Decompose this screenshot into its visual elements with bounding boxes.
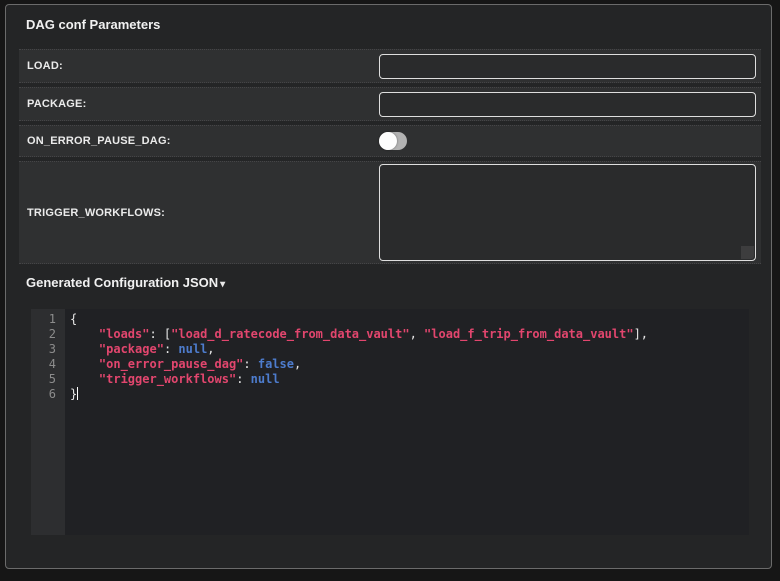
trigger-workflows-label: TRIGGER_WORKFLOWS: xyxy=(19,207,379,219)
form-row-load: LOAD: xyxy=(19,49,761,83)
code-line: "on_error_pause_dag": false, xyxy=(70,357,749,372)
load-label: LOAD: xyxy=(19,60,379,72)
line-number: 1 xyxy=(31,312,56,327)
line-number: 5 xyxy=(31,372,56,387)
dag-conf-panel: DAG conf Parameters LOAD: PACKAGE: ON_ER… xyxy=(5,4,772,569)
chevron-down-icon: ▾ xyxy=(220,279,225,290)
editor-gutter: 123456 xyxy=(31,309,65,535)
form-row-package: PACKAGE: xyxy=(19,87,761,121)
code-line: } xyxy=(70,387,749,402)
on-error-pause-dag-toggle[interactable] xyxy=(379,132,407,150)
line-number: 2 xyxy=(31,327,56,342)
textarea-resize-handle[interactable] xyxy=(741,246,754,259)
trigger-workflows-textarea[interactable] xyxy=(379,164,756,261)
package-label: PACKAGE: xyxy=(19,98,379,110)
on-error-pause-dag-control xyxy=(379,132,761,150)
code-line: "loads": ["load_d_ratecode_from_data_vau… xyxy=(70,327,749,342)
json-section-header[interactable]: Generated Configuration JSON▾ xyxy=(26,275,225,290)
form-row-on-error-pause-dag: ON_ERROR_PAUSE_DAG: xyxy=(19,125,761,157)
on-error-pause-dag-label: ON_ERROR_PAUSE_DAG: xyxy=(19,135,379,147)
package-input[interactable] xyxy=(379,92,756,117)
json-code-editor[interactable]: 123456 { "loads": ["load_d_ratecode_from… xyxy=(31,309,749,535)
panel-title: DAG conf Parameters xyxy=(26,17,160,32)
form-row-trigger-workflows: TRIGGER_WORKFLOWS: xyxy=(19,161,761,264)
load-input[interactable] xyxy=(379,54,756,79)
editor-code-lines: { "loads": ["load_d_ratecode_from_data_v… xyxy=(65,309,749,535)
line-number: 3 xyxy=(31,342,56,357)
toggle-knob-icon xyxy=(379,132,397,150)
load-control xyxy=(379,54,761,79)
dag-conf-form: LOAD: PACKAGE: ON_ERROR_PAUSE_DAG: TRIGG… xyxy=(19,49,761,268)
package-control xyxy=(379,92,761,117)
trigger-workflows-control xyxy=(379,164,761,261)
json-section-title: Generated Configuration JSON xyxy=(26,275,218,290)
text-cursor xyxy=(77,387,78,400)
code-line: "trigger_workflows": null xyxy=(70,372,749,387)
code-line: { xyxy=(70,312,749,327)
line-number: 6 xyxy=(31,387,56,402)
line-number: 4 xyxy=(31,357,56,372)
code-line: "package": null, xyxy=(70,342,749,357)
